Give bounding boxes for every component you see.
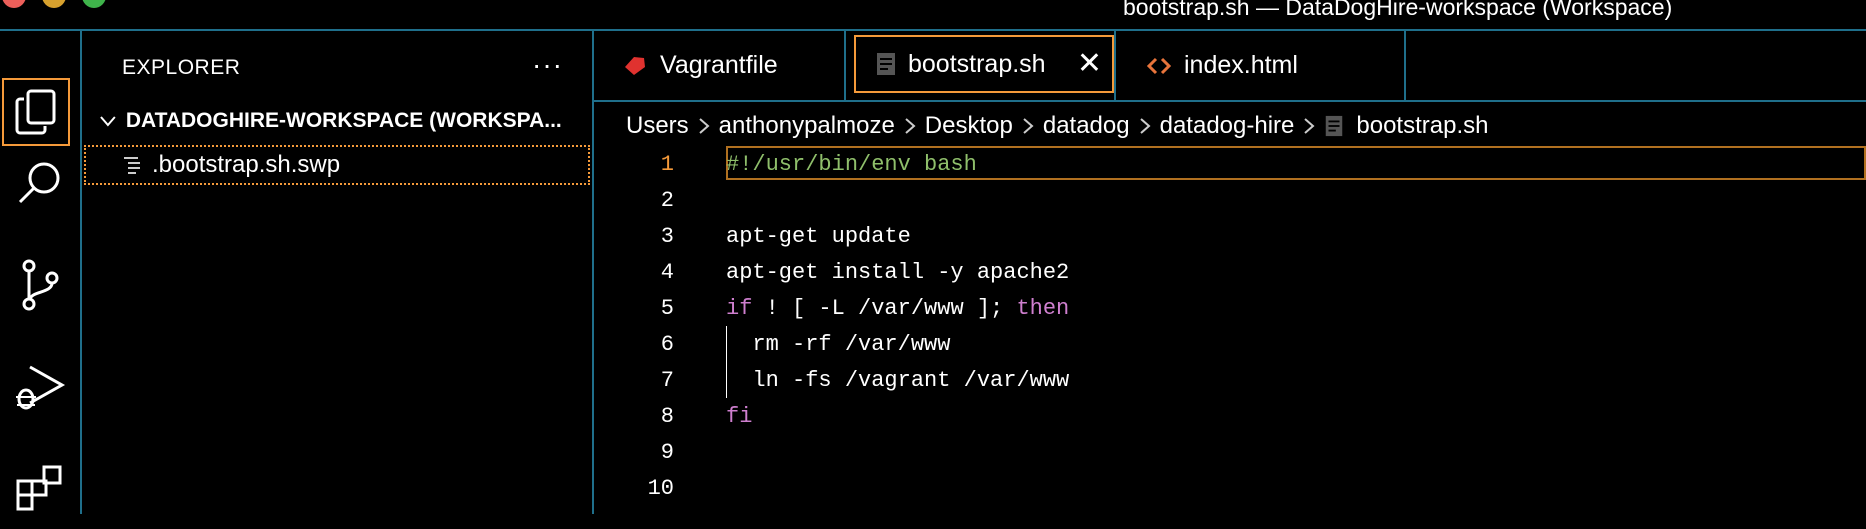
text-file-icon — [124, 157, 140, 174]
code-text: apt-get install -y apache2 — [726, 259, 1070, 285]
indent-guide — [726, 326, 727, 398]
minimize-window-button[interactable] — [42, 0, 66, 8]
code-line: 3 apt-get update — [594, 218, 1866, 254]
close-window-button[interactable] — [2, 0, 26, 8]
close-tab-button[interactable]: ✕ — [1077, 49, 1102, 79]
code-token: ! [ -L /var/www ]; — [752, 295, 1017, 321]
line-number: 6 — [660, 331, 674, 357]
code-line: 9 — [594, 434, 1866, 470]
code-editor[interactable]: 1 #!/usr/bin/env bash 2 3 apt-get update… — [594, 146, 1866, 514]
code-line: 10 — [594, 470, 1866, 506]
more-actions-button[interactable]: ··· — [532, 49, 563, 81]
line-number: 2 — [660, 187, 674, 213]
run-debug-activity-button[interactable] — [0, 347, 80, 427]
ruby-icon — [625, 56, 645, 75]
keyword-token: then — [1016, 295, 1070, 321]
breadcrumb-file[interactable]: bootstrap.sh — [1356, 112, 1488, 140]
code-text: rm -rf /var/www — [726, 331, 951, 357]
chevron-right-icon — [1139, 118, 1151, 134]
tab-index-html[interactable]: index.html — [1114, 31, 1406, 100]
line-number: 10 — [647, 475, 674, 501]
file-tree-item[interactable]: .bootstrap.sh.swp — [84, 145, 590, 185]
chevron-right-icon — [699, 118, 710, 134]
html-icon — [1146, 57, 1172, 74]
chevron-right-icon — [1304, 118, 1315, 134]
line-number: 4 — [660, 259, 674, 285]
extensions-icon — [16, 465, 62, 511]
line-number: 3 — [660, 223, 674, 249]
code-line: 1 #!/usr/bin/env bash — [594, 146, 1866, 182]
file-icon — [1326, 115, 1343, 137]
editor-tabs: Vagrantfile bootstrap.sh ✕ index.html — [594, 31, 1866, 102]
line-number: 5 — [660, 295, 674, 321]
code-text: apt-get update — [726, 223, 911, 249]
code-line: 8 fi — [594, 398, 1866, 434]
source-control-icon — [22, 259, 59, 311]
breadcrumb-item[interactable]: Users — [626, 112, 689, 140]
explorer-title: EXPLORER — [122, 56, 241, 79]
line-number: 7 — [660, 367, 674, 393]
explorer-sidebar: EXPLORER ··· DATADOGHIRE-WORKSPACE (WORK… — [82, 31, 594, 514]
explorer-activity-button[interactable] — [2, 78, 70, 146]
activity-bar — [0, 31, 82, 514]
chevron-right-icon — [1023, 118, 1034, 134]
code-line: 6 rm -rf /var/www — [594, 326, 1866, 362]
code-line: 2 — [594, 182, 1866, 218]
tab-label: index.html — [1184, 51, 1298, 79]
chevron-right-icon — [905, 118, 916, 134]
extensions-activity-button[interactable] — [0, 449, 80, 529]
source-control-activity-button[interactable] — [0, 245, 80, 325]
breadcrumb-item[interactable]: Desktop — [925, 112, 1013, 140]
line-number: 1 — [660, 151, 674, 177]
search-activity-button[interactable] — [0, 143, 80, 223]
code-text: fi — [726, 403, 753, 429]
code-text: ln -fs /vagrant /var/www — [726, 367, 1070, 393]
maximize-window-button[interactable] — [82, 0, 106, 8]
code-line: 5 if ! [ -L /var/www ]; then — [594, 290, 1866, 326]
chevron-down-icon — [100, 116, 116, 127]
window-title: bootstrap.sh — DataDogHire-workspace (Wo… — [1123, 0, 1673, 20]
breadcrumb: Users anthonypalmoze Desktop datadog dat… — [626, 106, 1488, 146]
breadcrumb-item[interactable]: datadog — [1043, 112, 1130, 140]
search-icon — [18, 162, 60, 204]
file-icon — [877, 53, 895, 75]
tab-label: bootstrap.sh — [908, 49, 1046, 78]
run-debug-icon — [16, 365, 66, 410]
files-icon — [15, 89, 56, 135]
code-line: 4 apt-get install -y apache2 — [594, 254, 1866, 290]
code-line: 7 ln -fs /vagrant /var/www — [594, 362, 1866, 398]
workspace-folder-header[interactable]: DATADOGHIRE-WORKSPACE (WORKSPA... — [82, 103, 592, 139]
keyword-token: if — [726, 295, 753, 321]
tab-label: Vagrantfile — [660, 51, 778, 79]
tab-bootstrap-sh[interactable]: bootstrap.sh ✕ — [854, 35, 1114, 93]
line-number: 8 — [660, 403, 674, 429]
title-bar: bootstrap.sh — DataDogHire-workspace (Wo… — [0, 0, 1866, 31]
code-text: #!/usr/bin/env bash — [726, 151, 977, 177]
file-name: .bootstrap.sh.swp — [152, 151, 341, 178]
tab-vagrantfile[interactable]: Vagrantfile — [594, 31, 846, 100]
line-number: 9 — [660, 439, 674, 465]
breadcrumb-item[interactable]: anthonypalmoze — [719, 112, 895, 140]
workspace-label: DATADOGHIRE-WORKSPACE (WORKSPA... — [125, 109, 562, 132]
breadcrumb-item[interactable]: datadog-hire — [1160, 112, 1295, 140]
code-text: if ! [ -L /var/www ]; then — [726, 296, 1069, 321]
